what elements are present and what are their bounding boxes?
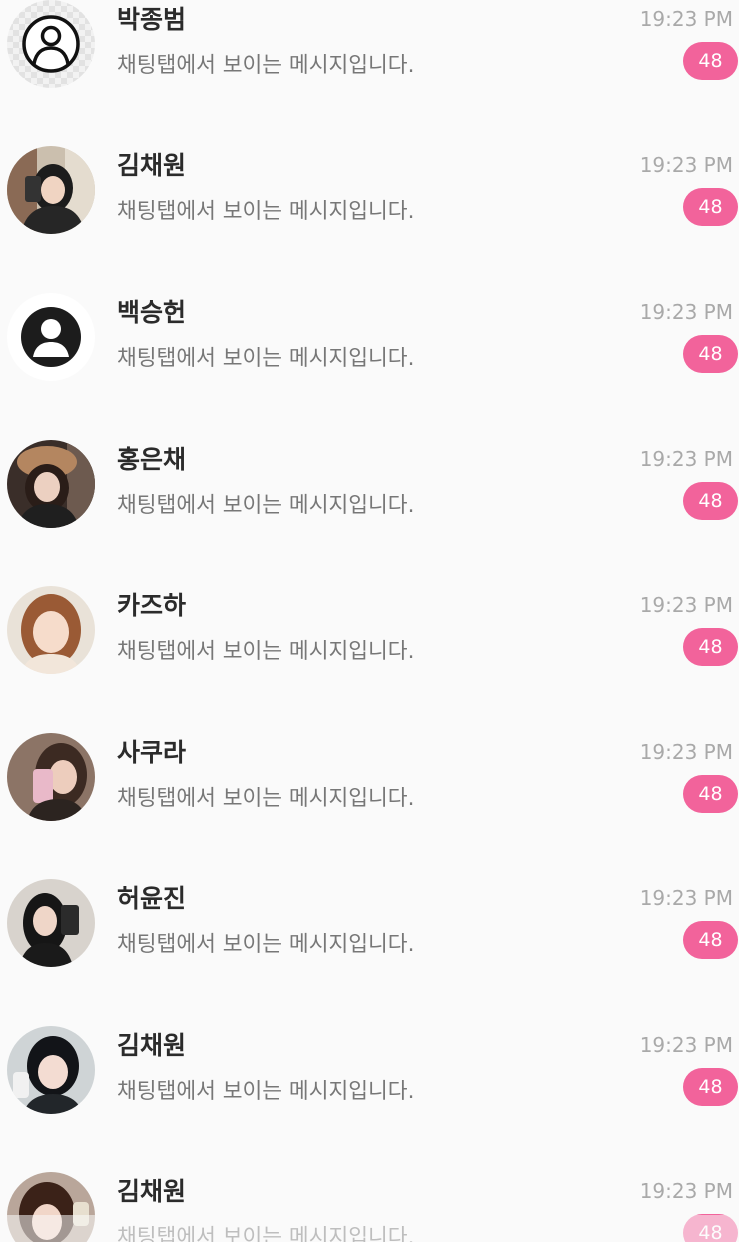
avatar (7, 1026, 95, 1114)
chat-list-item[interactable]: 허윤진 채팅탭에서 보이는 메시지입니다. 19:23 PM 48 (0, 879, 739, 1009)
profile-photo (7, 146, 95, 234)
chat-preview: 채팅탭에서 보이는 메시지입니다. (117, 1079, 415, 1104)
chat-preview: 채팅탭에서 보이는 메시지입니다. (117, 493, 415, 518)
avatar (7, 879, 95, 967)
chat-list-item[interactable]: 사쿠라 채팅탭에서 보이는 메시지입니다. 19:23 PM 48 (0, 733, 739, 863)
chat-list[interactable]: 박종범 채팅탭에서 보이는 메시지입니다. 19:23 PM 48 김채원 채팅… (0, 0, 739, 1242)
chat-name: 허윤진 (117, 884, 187, 913)
chat-preview: 채팅탭에서 보이는 메시지입니다. (117, 932, 415, 957)
chat-time: 19:23 PM (639, 886, 733, 910)
unread-badge: 48 (683, 42, 738, 80)
profile-photo (7, 733, 95, 821)
avatar (7, 586, 95, 674)
unread-badge: 48 (683, 188, 738, 226)
profile-photo (7, 440, 95, 528)
avatar (7, 733, 95, 821)
chat-time: 19:23 PM (639, 593, 733, 617)
outline-person-icon (7, 0, 95, 88)
chat-name: 사쿠라 (117, 738, 187, 767)
avatar (7, 146, 95, 234)
chat-name: 홍은채 (117, 445, 187, 474)
chat-list-item[interactable]: 카즈하 채팅탭에서 보이는 메시지입니다. 19:23 PM 48 (0, 586, 739, 716)
unread-badge: 48 (683, 628, 738, 666)
chat-list-item[interactable]: 홍은채 채팅탭에서 보이는 메시지입니다. 19:23 PM 48 (0, 440, 739, 570)
chat-name: 카즈하 (117, 591, 187, 620)
avatar (7, 1172, 95, 1242)
chat-name: 김채원 (117, 1031, 187, 1060)
unread-badge: 48 (683, 482, 738, 520)
unread-badge: 48 (683, 775, 738, 813)
unread-badge: 48 (683, 1068, 738, 1106)
chat-name: 백승헌 (117, 298, 187, 327)
unread-badge: 48 (683, 921, 738, 959)
chat-time: 19:23 PM (639, 300, 733, 324)
chat-time: 19:23 PM (639, 447, 733, 471)
chat-preview: 채팅탭에서 보이는 메시지입니다. (117, 1225, 415, 1242)
chat-name: 김채원 (117, 151, 187, 180)
avatar (7, 0, 95, 88)
profile-photo (7, 586, 95, 674)
chat-time: 19:23 PM (639, 1179, 733, 1203)
chat-list-item[interactable]: 김채원 채팅탭에서 보이는 메시지입니다. 19:23 PM 48 (0, 1026, 739, 1156)
chat-name: 박종범 (117, 5, 187, 34)
chat-preview: 채팅탭에서 보이는 메시지입니다. (117, 53, 415, 78)
profile-photo (7, 1172, 95, 1242)
chat-list-item[interactable]: 김채원 채팅탭에서 보이는 메시지입니다. 19:23 PM 48 (0, 146, 739, 276)
filled-person-icon (7, 293, 95, 381)
chat-preview: 채팅탭에서 보이는 메시지입니다. (117, 199, 415, 224)
chat-preview: 채팅탭에서 보이는 메시지입니다. (117, 346, 415, 371)
avatar (7, 440, 95, 528)
unread-badge: 48 (683, 1214, 738, 1242)
chat-name: 김채원 (117, 1177, 187, 1206)
chat-time: 19:23 PM (639, 153, 733, 177)
profile-photo (7, 1026, 95, 1114)
unread-badge: 48 (683, 335, 738, 373)
chat-preview: 채팅탭에서 보이는 메시지입니다. (117, 786, 415, 811)
chat-time: 19:23 PM (639, 740, 733, 764)
chat-list-item[interactable]: 박종범 채팅탭에서 보이는 메시지입니다. 19:23 PM 48 (0, 0, 739, 130)
chat-preview: 채팅탭에서 보이는 메시지입니다. (117, 639, 415, 664)
chat-list-item[interactable]: 백승헌 채팅탭에서 보이는 메시지입니다. 19:23 PM 48 (0, 293, 739, 423)
chat-list-item[interactable]: 김채원 채팅탭에서 보이는 메시지입니다. 19:23 PM 48 (0, 1172, 739, 1242)
chat-time: 19:23 PM (639, 1033, 733, 1057)
avatar (7, 293, 95, 381)
chat-time: 19:23 PM (639, 7, 733, 31)
profile-photo (7, 879, 95, 967)
